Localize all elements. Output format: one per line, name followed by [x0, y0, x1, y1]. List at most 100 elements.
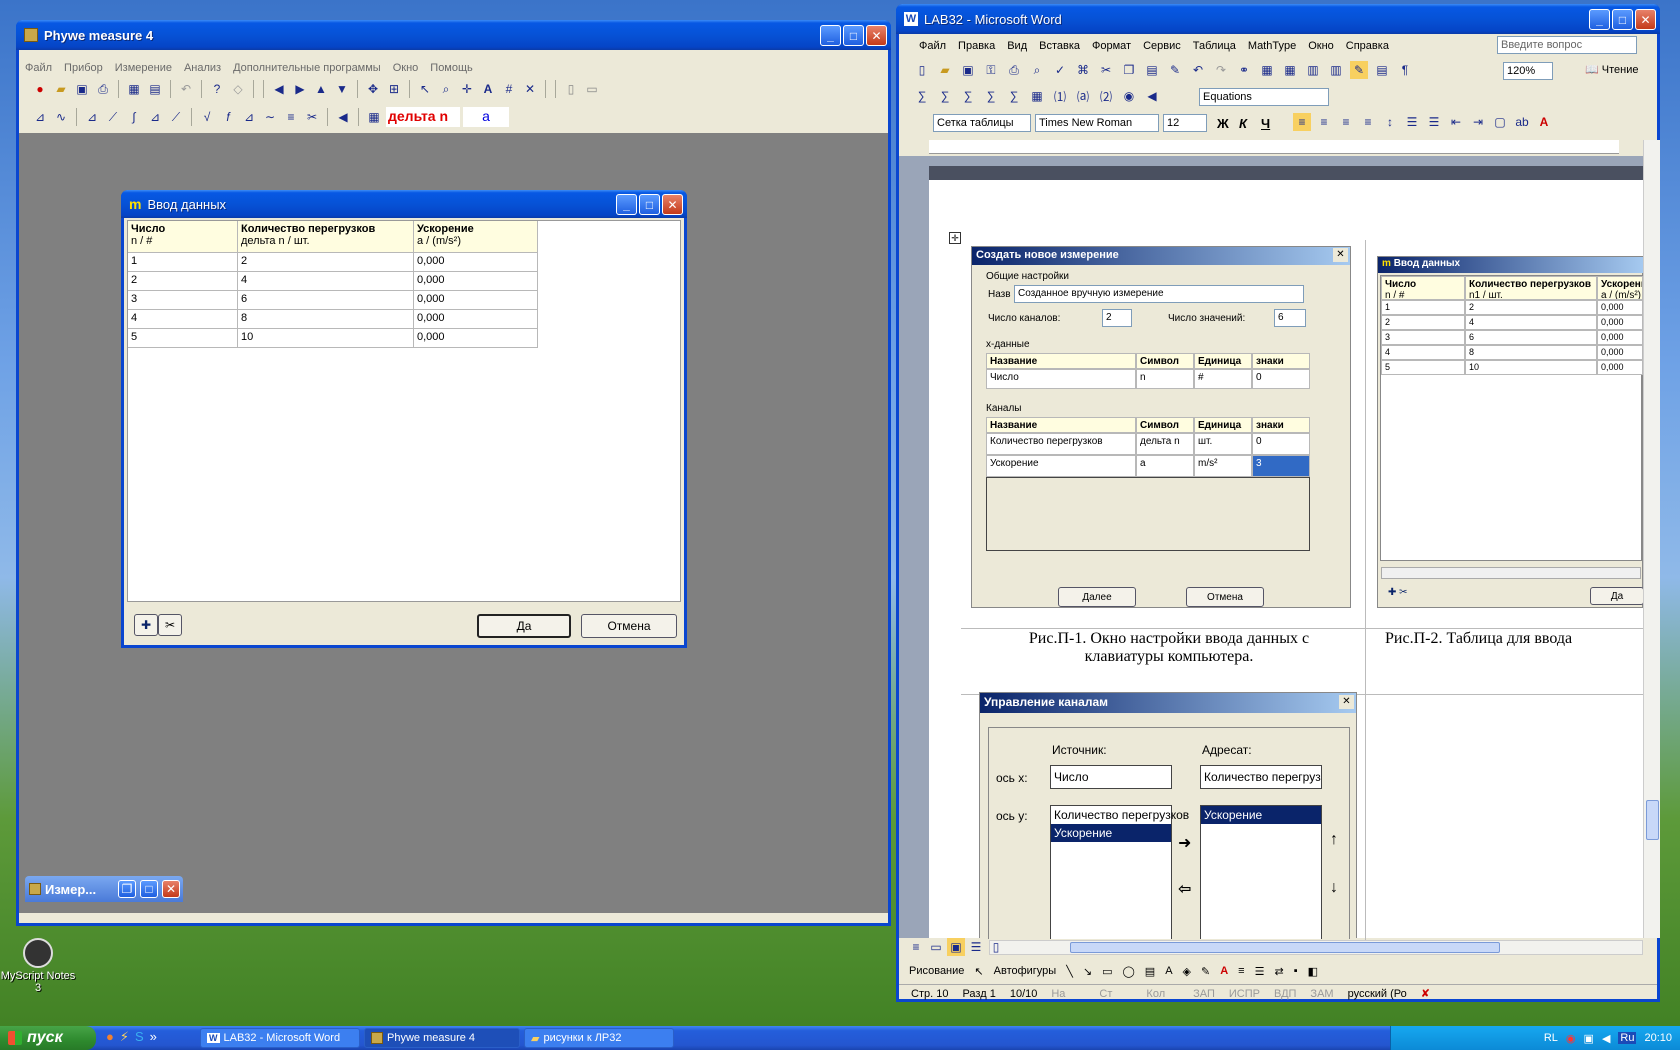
winamp-icon[interactable]: ⚡	[120, 1029, 129, 1045]
fill-color-icon[interactable]: ◈	[1183, 965, 1191, 978]
spell-icon[interactable]: ✓	[1051, 61, 1069, 79]
zoom-select[interactable]: 120%	[1503, 62, 1553, 80]
word-close-button[interactable]: ✕	[1635, 9, 1656, 30]
justify-icon[interactable]: ≡	[1359, 113, 1377, 131]
table-cell[interactable]: 0,000	[414, 253, 538, 272]
sum5-icon[interactable]: ∑	[1005, 87, 1023, 105]
indent-icon[interactable]: ⇥	[1469, 113, 1487, 131]
copy-icon[interactable]: ❐	[1120, 61, 1138, 79]
arrow-left-icon[interactable]: ◀	[270, 80, 288, 98]
undo-doc-icon[interactable]: ↶	[1189, 61, 1207, 79]
normal-view-icon[interactable]: ≡	[907, 938, 925, 956]
menu-analysis[interactable]: Анализ	[178, 62, 227, 74]
sum2-icon[interactable]: ∑	[936, 87, 954, 105]
research-icon[interactable]: ⌘	[1074, 61, 1092, 79]
slope-icon[interactable]: ⊿	[146, 108, 164, 126]
undo-icon[interactable]: ↶	[177, 80, 195, 98]
doc-map-icon[interactable]: ▤	[1373, 61, 1391, 79]
drawing-icon[interactable]: ✎	[1350, 61, 1368, 79]
col-header-weights[interactable]: Количество перегрузков дельта n / шт.	[238, 221, 414, 253]
function-icon[interactable]: f	[219, 108, 237, 126]
back-icon[interactable]: ◀	[1143, 87, 1161, 105]
shadow-icon[interactable]: ▪	[1294, 965, 1298, 977]
numbering-icon[interactable]: ☰	[1403, 113, 1421, 131]
col-header-accel[interactable]: Ускорение a / (m/s²)	[414, 221, 538, 253]
help-icon[interactable]: ?	[208, 80, 226, 98]
quicklaunch-more-icon[interactable]: »	[150, 1029, 157, 1045]
italic-button[interactable]: К	[1239, 116, 1247, 131]
read-mode-button[interactable]: 📖 Чтение	[1585, 63, 1638, 76]
sqrt-icon[interactable]: √	[198, 108, 216, 126]
print-icon[interactable]: ⎙	[94, 80, 112, 98]
rect-tool-icon[interactable]: ▭	[1102, 965, 1112, 978]
channel-field-a[interactable]: a	[463, 107, 509, 127]
sound-icon[interactable]: ◀	[334, 108, 352, 126]
maximize-button[interactable]: □	[843, 25, 864, 46]
pointer-icon[interactable]: ↖	[416, 80, 434, 98]
scrollbar-thumb[interactable]	[1646, 800, 1659, 840]
wordart-icon[interactable]: A	[1165, 965, 1172, 977]
sum3-icon[interactable]: ∑	[959, 87, 977, 105]
add-row-button[interactable]: ✚	[134, 614, 158, 636]
ask-question-input[interactable]: Введите вопрос	[1497, 36, 1637, 54]
dash-style-icon[interactable]: ☰	[1255, 965, 1265, 978]
eq2-icon[interactable]: ⒜	[1074, 87, 1092, 105]
word-menu-format[interactable]: Формат	[1086, 40, 1137, 52]
highlight-icon[interactable]: ab	[1513, 113, 1531, 131]
maximize-child-button[interactable]: □	[140, 880, 158, 898]
regression-icon[interactable]: ⊿	[83, 108, 101, 126]
ok-button[interactable]: Да	[477, 614, 571, 638]
open-icon[interactable]: ▰	[52, 80, 70, 98]
cancel-button[interactable]: Отмена	[581, 614, 677, 638]
tray-lang[interactable]: RL	[1544, 1032, 1558, 1044]
matrix-icon[interactable]: ▦	[1028, 87, 1046, 105]
reading-view-icon[interactable]: ▯	[987, 938, 1005, 956]
col-header-number[interactable]: Число n / #	[128, 221, 238, 253]
chart-icon[interactable]: ⊿	[31, 108, 49, 126]
crosshair-icon[interactable]: ✛	[458, 80, 476, 98]
phywe-titlebar[interactable]: Phywe measure 4 _ □ ✕	[16, 20, 891, 50]
oval-tool-icon[interactable]: ◯	[1122, 965, 1134, 978]
eq1-icon[interactable]: ⑴	[1051, 87, 1069, 105]
web-icon[interactable]: ◉	[1120, 87, 1138, 105]
zoom-icon[interactable]: ⌕	[437, 80, 455, 98]
align-left-icon[interactable]: ≡	[1293, 113, 1311, 131]
dialog-close-button[interactable]: ✕	[662, 194, 683, 215]
channel-field-delta[interactable]: дельта n	[386, 107, 460, 127]
minimize-button[interactable]: _	[820, 25, 841, 46]
task-folder[interactable]: ▰ рисунки к ЛР32	[524, 1028, 674, 1048]
minimized-child-window[interactable]: Измер... ❐ □ ✕	[25, 876, 183, 902]
close-button[interactable]: ✕	[866, 25, 887, 46]
font-size-select[interactable]: 12	[1163, 114, 1207, 132]
word-menu-edit[interactable]: Правка	[952, 40, 1001, 52]
font-color-icon[interactable]: A	[1535, 113, 1553, 131]
panel2-icon[interactable]: ▭	[583, 80, 601, 98]
scale-icon[interactable]: ⊞	[385, 80, 403, 98]
table-cell[interactable]: 4	[238, 272, 414, 291]
channel-icon[interactable]: ▦	[365, 108, 383, 126]
3d-icon[interactable]: ◧	[1308, 965, 1318, 978]
save-icon[interactable]: ▣	[73, 80, 91, 98]
eq3-icon[interactable]: ⑵	[1097, 87, 1115, 105]
font-select[interactable]: Times New Roman	[1035, 114, 1159, 132]
table-cell[interactable]: 1	[128, 253, 238, 272]
text-icon[interactable]: A	[479, 80, 497, 98]
redo-doc-icon[interactable]: ↷	[1212, 61, 1230, 79]
cut-icon[interactable]: ✂	[303, 108, 321, 126]
smooth-icon[interactable]: ∼	[261, 108, 279, 126]
table-cell[interactable]: 2	[128, 272, 238, 291]
insert-table-icon[interactable]: ▦	[1281, 61, 1299, 79]
web-view-icon[interactable]: ▭	[927, 938, 945, 956]
table-move-handle[interactable]: ✛	[949, 232, 961, 244]
table-cell[interactable]: 6	[238, 291, 414, 310]
table-cell[interactable]: 0,000	[414, 272, 538, 291]
firefox-icon[interactable]: ●	[106, 1029, 114, 1045]
word-menu-view[interactable]: Вид	[1001, 40, 1033, 52]
eraser-icon[interactable]: ◇	[229, 80, 247, 98]
select-objects-icon[interactable]: ↖	[974, 965, 983, 978]
data-dialog-titlebar[interactable]: m Ввод данных _ □ ✕	[121, 190, 687, 218]
desktop-icon-myscript[interactable]: MyScript Notes 3	[0, 938, 76, 994]
word-menu-tools[interactable]: Сервис	[1137, 40, 1187, 52]
word-minimize-button[interactable]: _	[1589, 9, 1610, 30]
table-cell[interactable]: 3	[128, 291, 238, 310]
